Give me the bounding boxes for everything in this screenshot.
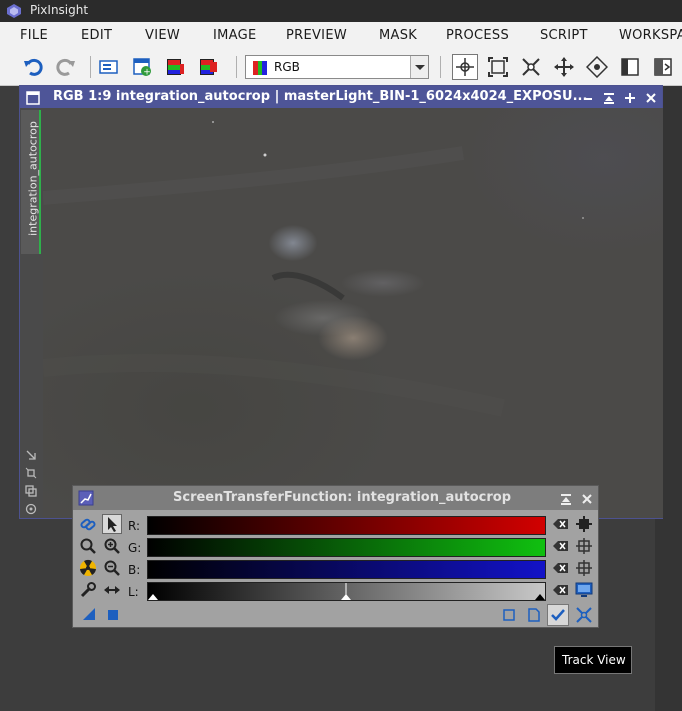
- reset-channel-icon[interactable]: [552, 537, 570, 555]
- link-channels-icon[interactable]: [79, 515, 97, 533]
- chip-icon[interactable]: [575, 515, 593, 533]
- resize-arrow-icon[interactable]: [25, 446, 37, 465]
- stf-dialog[interactable]: ScreenTransferFunction: integration_auto…: [72, 485, 599, 628]
- channel-label-l: L:: [128, 585, 139, 599]
- view-target-icon[interactable]: [25, 500, 37, 519]
- toolbar-separator: [90, 56, 91, 78]
- app-title-bar: PixInsight: [0, 0, 682, 22]
- chevron-down-icon[interactable]: [410, 56, 428, 78]
- pan-horizontal-icon[interactable]: [103, 581, 121, 599]
- reset-icon[interactable]: [525, 606, 543, 624]
- menu-script[interactable]: SCRIPT: [540, 28, 588, 43]
- tooltip: Track View: [554, 646, 632, 674]
- maximize-icon[interactable]: [623, 90, 637, 109]
- menu-edit[interactable]: EDIT: [81, 28, 112, 43]
- colorspace-select[interactable]: RGB: [245, 55, 429, 79]
- menu-process[interactable]: PROCESS: [446, 28, 509, 43]
- zoom-out-icon[interactable]: [103, 559, 121, 577]
- edit-mode-pointer-icon[interactable]: [102, 514, 122, 534]
- reset-channel-icon[interactable]: [552, 559, 570, 577]
- menu-preview[interactable]: PREVIEW: [286, 28, 347, 43]
- zoom-in-arrows-icon[interactable]: [520, 56, 542, 78]
- wrench-icon[interactable]: [79, 581, 97, 599]
- clone-view-icon[interactable]: [25, 482, 37, 501]
- rgb-channels-icon[interactable]: [164, 56, 186, 78]
- app-title: PixInsight: [30, 3, 89, 17]
- chip-outline-icon[interactable]: [575, 537, 593, 555]
- split-view-icon[interactable]: [619, 56, 641, 78]
- menu-workspace[interactable]: WORKSPA: [619, 28, 682, 43]
- tooltip-text: Track View: [562, 653, 626, 667]
- undo-icon[interactable]: [22, 56, 44, 78]
- stf-header[interactable]: ScreenTransferFunction: integration_auto…: [73, 486, 598, 510]
- channel-bar-l[interactable]: [147, 582, 546, 601]
- track-view-toggle-icon[interactable]: [547, 604, 569, 626]
- close-icon[interactable]: [580, 491, 594, 510]
- zoom-icon[interactable]: [79, 537, 97, 555]
- astro-image-canvas[interactable]: [43, 108, 663, 518]
- browse-documentation-icon[interactable]: [500, 606, 518, 624]
- channel-label-g: G:: [128, 541, 142, 555]
- menu-mask[interactable]: MASK: [379, 28, 417, 43]
- channel-extract-icon[interactable]: [197, 56, 219, 78]
- zoom-arrows-icon[interactable]: [575, 606, 593, 624]
- stop-icon[interactable]: [104, 606, 122, 624]
- auto-stretch-icon[interactable]: [79, 559, 97, 577]
- menu-image[interactable]: IMAGE: [213, 28, 257, 43]
- channel-bar-b[interactable]: [147, 560, 546, 579]
- shade-icon[interactable]: [602, 90, 616, 109]
- stf-body: R: G: B: L:: [73, 510, 598, 627]
- menu-view[interactable]: VIEW: [145, 28, 180, 43]
- channel-bar-r[interactable]: [147, 516, 546, 535]
- channel-label-r: R:: [128, 519, 141, 533]
- fit-view-icon[interactable]: [487, 56, 509, 78]
- channel-label-b: B:: [128, 563, 141, 577]
- reset-channel-icon[interactable]: [552, 581, 570, 599]
- stf-title: ScreenTransferFunction: integration_auto…: [173, 490, 512, 505]
- toolbar-separator: [440, 56, 441, 78]
- toolbar-separator: [236, 56, 237, 78]
- zoom-out-arrows-icon[interactable]: [553, 56, 575, 78]
- image-window[interactable]: RGB 1:9 integration_autocrop | masterLig…: [19, 85, 663, 519]
- zoom-in-icon[interactable]: [103, 537, 121, 555]
- rgb-swatch-icon: [253, 60, 267, 75]
- minimize-icon[interactable]: [581, 90, 595, 109]
- chip-outline-icon[interactable]: [575, 559, 593, 577]
- track-view-icon[interactable]: [452, 54, 478, 80]
- crop-icon[interactable]: [25, 464, 37, 483]
- new-instance-icon[interactable]: [81, 606, 99, 624]
- menu-file[interactable]: FILE: [20, 28, 48, 43]
- stf-process-icon[interactable]: [78, 490, 94, 510]
- svg-text:+: +: [143, 68, 151, 78]
- redo-icon[interactable]: [55, 56, 77, 78]
- view-id-tab[interactable]: integration_autocrop: [21, 110, 41, 254]
- close-icon[interactable]: [644, 90, 658, 109]
- pixinsight-app: PixInsight FILE EDIT VIEW IMAGE PREVIEW …: [0, 0, 682, 711]
- pixinsight-logo-icon: [6, 3, 22, 22]
- pan-icon[interactable]: [585, 55, 609, 79]
- shade-icon[interactable]: [559, 491, 573, 510]
- image-info-icon[interactable]: [98, 56, 120, 78]
- colorspace-value: RGB: [274, 60, 300, 74]
- compare-view-icon[interactable]: [652, 56, 674, 78]
- new-image-icon[interactable]: +: [131, 56, 153, 78]
- view-id-label: integration_autocrop: [26, 121, 40, 236]
- image-window-title: RGB 1:9 integration_autocrop | masterLig…: [53, 89, 588, 104]
- menu-bar: FILE EDIT VIEW IMAGE PREVIEW MASK PROCES…: [0, 22, 682, 48]
- channel-bar-g[interactable]: [147, 538, 546, 557]
- image-window-header[interactable]: RGB 1:9 integration_autocrop | masterLig…: [20, 86, 662, 108]
- monitor-icon[interactable]: [575, 581, 593, 599]
- reset-channel-icon[interactable]: [552, 515, 570, 533]
- window-menu-icon[interactable]: [26, 90, 40, 109]
- image-window-side-strip: integration_autocrop: [20, 108, 43, 518]
